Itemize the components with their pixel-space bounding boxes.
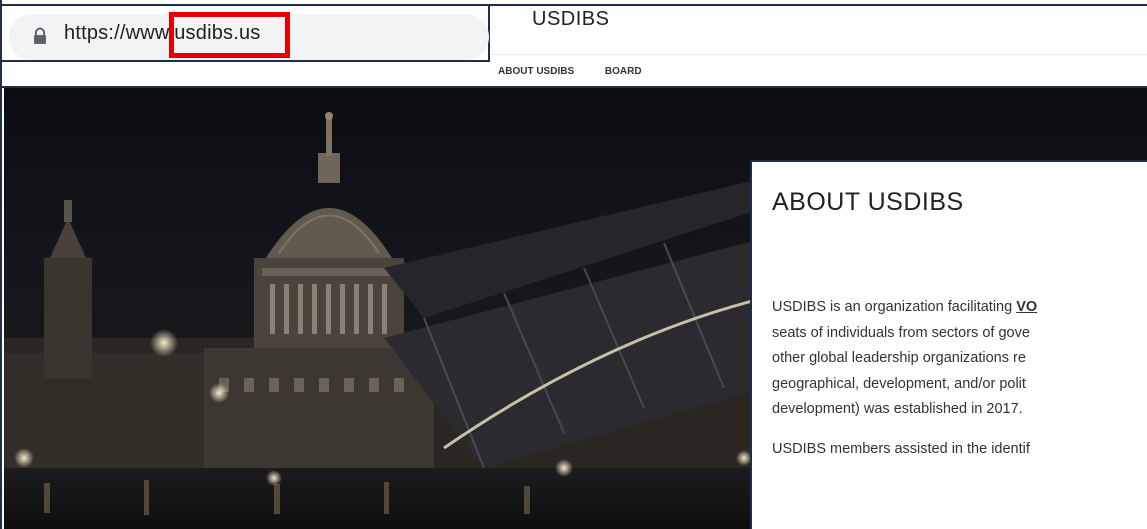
red-highlight-box: [169, 12, 290, 58]
url-prefix: https://ww: [64, 22, 155, 44]
about-card: ABOUT USDIBS USDIBS is an organization f…: [750, 160, 1147, 529]
nav-board[interactable]: BOARD: [605, 66, 642, 77]
about-line-1: USDIBS is an organization facilitating: [772, 299, 1017, 315]
about-paragraph-1: USDIBS is an organization facilitating V…: [772, 295, 1147, 423]
vo-link[interactable]: VO: [1016, 299, 1037, 315]
main-nav: ABOUT USDIBS BOARD: [498, 66, 670, 77]
about-paragraph-2: USDIBS members assisted in the identif: [772, 441, 1030, 457]
about-heading: ABOUT USDIBS: [772, 188, 964, 216]
lock-icon: [34, 27, 46, 44]
about-line-5: development) was established in 2017.: [772, 401, 1023, 417]
about-line-2: seats of individuals from sectors of gov…: [772, 324, 1030, 341]
nav-about-usdibs[interactable]: ABOUT USDIBS: [498, 66, 574, 77]
about-line-3: other global leadership organizations re: [772, 350, 1026, 366]
screenshot-frame: https://www.usdibs.us USDIBS ABOUT USDIB…: [0, 0, 1147, 529]
header-divider: [490, 54, 1147, 55]
site-title[interactable]: USDIBS: [532, 8, 609, 31]
about-line-4: geographical, development, and/or polit: [772, 375, 1026, 392]
